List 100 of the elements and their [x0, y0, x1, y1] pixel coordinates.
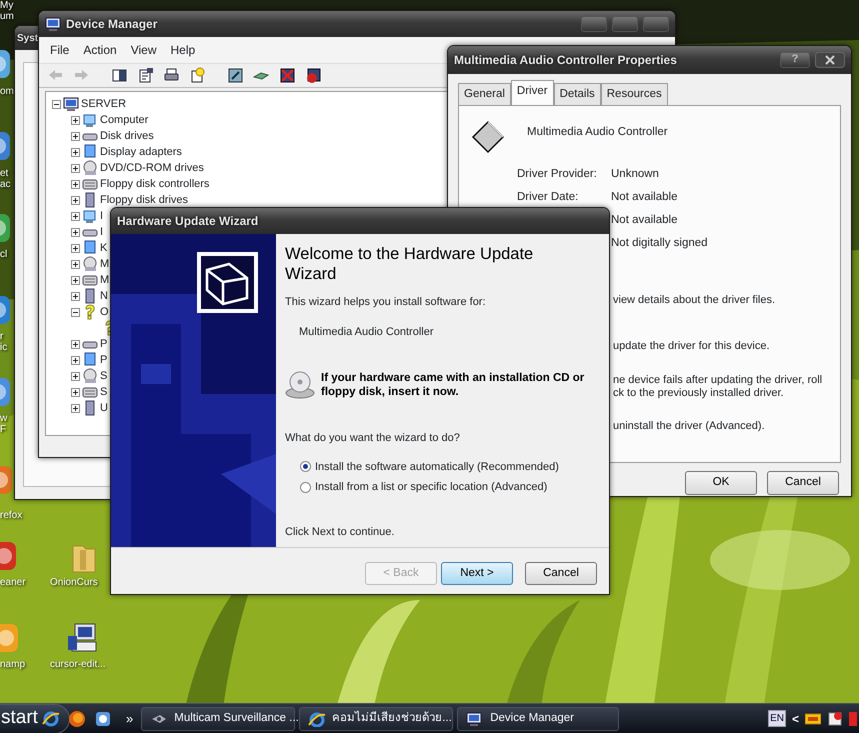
menu-item[interactable]: Help: [166, 40, 200, 60]
device-icon: [471, 120, 505, 154]
tab[interactable]: General: [458, 83, 511, 106]
tree-item[interactable]: P: [100, 336, 108, 352]
device-icon: [82, 144, 98, 160]
expand-icon[interactable]: [71, 244, 80, 252]
uninstall-icon[interactable]: [279, 67, 296, 84]
field-label: Driver Date:: [517, 191, 578, 204]
window-title: Multimedia Audio Controller Properties: [454, 52, 677, 69]
tray-app-icon[interactable]: [849, 710, 857, 726]
tree-item[interactable]: Floppy disk controllers: [100, 176, 210, 192]
menu-item[interactable]: Action: [78, 40, 122, 60]
window-title: Syst: [17, 32, 38, 46]
browser-icon[interactable]: [68, 710, 86, 728]
taskbar-button[interactable]: คอมไม่มีเสียงช่วยด้วย...: [299, 706, 454, 730]
expand-icon[interactable]: [71, 260, 80, 268]
expand-icon[interactable]: [71, 212, 80, 220]
device-icon: [82, 240, 98, 256]
computer-icon: [45, 16, 61, 32]
tray-app-icon[interactable]: [805, 712, 821, 724]
icon-label[interactable]: My um: [0, 0, 14, 22]
expand-icon[interactable]: [71, 292, 80, 300]
icon-label[interactable]: w F: [0, 413, 8, 435]
radio-option[interactable]: Install the software automatically (Recommended): [300, 458, 599, 475]
browser-icon: [308, 710, 326, 726]
collapse-icon[interactable]: [71, 308, 80, 316]
expand-icon[interactable]: [71, 164, 80, 172]
expand-icon[interactable]: [71, 372, 80, 380]
device-icon: [82, 368, 98, 384]
tree-item[interactable]: M: [100, 256, 110, 272]
tree-item[interactable]: P: [100, 352, 108, 368]
start-button[interactable]: start: [0, 704, 70, 733]
computer-icon: [63, 96, 79, 112]
menu-item[interactable]: File: [45, 40, 74, 60]
expand-icon[interactable]: [71, 276, 80, 284]
help-icon[interactable]: [189, 67, 206, 84]
expand-icon[interactable]: [71, 340, 80, 348]
dialog-button[interactable]: Cancel: [767, 471, 839, 494]
tree-item[interactable]: S: [100, 384, 108, 400]
device-icon: [82, 160, 98, 176]
chevron-button[interactable]: »: [126, 708, 134, 728]
icon-label[interactable]: cl: [0, 249, 8, 260]
expand-icon[interactable]: [71, 148, 80, 156]
expand-icon[interactable]: [71, 132, 80, 140]
tree-item[interactable]: S: [100, 368, 108, 384]
tree-item[interactable]: SERVER: [81, 96, 126, 112]
tree-item[interactable]: N: [100, 288, 108, 304]
tray-expand-button[interactable]: <: [792, 710, 799, 728]
field-value: Not digitally signed: [611, 236, 708, 252]
panel-icon[interactable]: [111, 67, 128, 84]
radio-option[interactable]: Install from a list or specific location (Advanced): [300, 479, 599, 496]
device-name: Multimedia Audio Controller: [527, 124, 668, 140]
properties-icon[interactable]: [137, 67, 154, 84]
icon-label[interactable]: om: [0, 86, 14, 97]
maximize-button[interactable]: [612, 16, 638, 32]
tree-item[interactable]: Display adapters: [100, 144, 182, 160]
device-name: Multimedia Audio Controller: [299, 324, 435, 340]
tree-item[interactable]: Computer: [100, 112, 148, 128]
taskbar-button[interactable]: Device Manager: [457, 706, 620, 730]
wizard-heading: Welcome to the Hardware Update Wizard: [285, 244, 534, 284]
window-title: Hardware Update Wizard: [117, 213, 258, 230]
expand-icon[interactable]: [71, 228, 80, 236]
tree-item[interactable]: Floppy disk drives: [100, 192, 188, 208]
tab[interactable]: Resources: [600, 83, 668, 106]
tree-item[interactable]: K: [100, 240, 108, 256]
language-indicator[interactable]: EN: [768, 710, 786, 727]
expand-icon[interactable]: [71, 196, 80, 204]
collapse-icon[interactable]: [52, 100, 61, 108]
description-text: update the driver for this device.: [613, 340, 771, 354]
computer-icon: [466, 710, 484, 726]
device-icon: [82, 112, 98, 128]
browser-icon[interactable]: [42, 710, 60, 728]
cd-icon: [285, 370, 315, 400]
tab[interactable]: Details: [554, 83, 601, 106]
dialog-button[interactable]: OK: [685, 471, 757, 494]
expand-icon[interactable]: [71, 116, 80, 124]
expand-icon[interactable]: [71, 404, 80, 412]
field-label: Driver Provider:: [517, 168, 597, 180]
icon-label[interactable]: r ic: [0, 331, 8, 353]
close-button[interactable]: [815, 52, 845, 68]
window-title: Device Manager: [66, 16, 158, 33]
description-text: ne device fails after updating the driver, roll ck to the previously installed driver.: [613, 374, 824, 400]
taskbar-button[interactable]: Multicam Surveillance ...: [141, 706, 296, 730]
expand-icon[interactable]: [71, 356, 80, 364]
wizard-button[interactable]: Next >: [441, 562, 513, 586]
tree-item[interactable]: U: [100, 400, 108, 416]
tree-item[interactable]: DVD/CD-ROM drives: [100, 160, 204, 176]
icon-label[interactable]: et ac: [0, 168, 11, 190]
expand-icon[interactable]: [71, 180, 80, 188]
tree-item[interactable]: Disk drives: [100, 128, 154, 144]
wizard-button[interactable]: Cancel: [525, 562, 597, 586]
footer-text: Click Next to continue.: [285, 524, 396, 540]
expand-icon[interactable]: [71, 388, 80, 396]
close-button[interactable]: [643, 16, 669, 32]
tab[interactable]: Driver: [510, 80, 554, 106]
minimize-button[interactable]: [581, 16, 607, 32]
tree-item[interactable]: O: [100, 304, 109, 320]
app-icon[interactable]: [94, 710, 112, 728]
tree-item[interactable]: M: [100, 272, 110, 288]
menu-item[interactable]: View: [126, 40, 162, 60]
